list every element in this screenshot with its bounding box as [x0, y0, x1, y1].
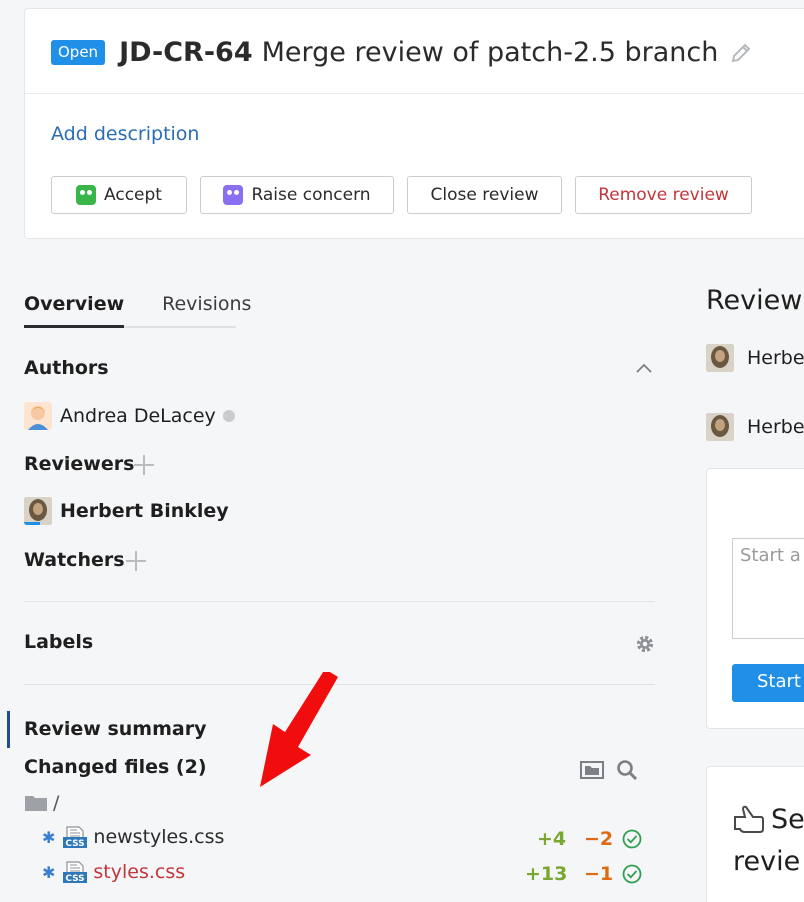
concerned-face-icon	[223, 185, 244, 205]
sidebar-tabs: Overview Revisions	[24, 291, 251, 328]
remove-review-button[interactable]: Remove review	[575, 176, 752, 214]
file-item-newstyles[interactable]: ✱ CSS newstyles.css	[42, 826, 224, 848]
changed-files-title: Changed files (2)	[24, 756, 207, 778]
header-divider	[25, 93, 804, 94]
lines-removed: −1	[584, 863, 614, 885]
review-id: JD-CR-64	[119, 37, 253, 68]
review-header-card: Open JD-CR-64 Merge review of patch-2.5 …	[24, 8, 804, 239]
title-row: Open JD-CR-64 Merge review of patch-2.5 …	[51, 37, 752, 68]
pencil-icon[interactable]	[730, 42, 752, 64]
avatar	[24, 497, 52, 525]
review-summary-link[interactable]: Review summary	[24, 718, 206, 740]
red-arrow-annotation	[260, 672, 338, 787]
add-reviewer-plus-icon[interactable]	[134, 455, 154, 475]
avatar	[706, 344, 734, 372]
offline-status-dot	[222, 410, 235, 422]
tab-overview[interactable]: Overview	[24, 291, 125, 328]
gear-icon[interactable]	[635, 634, 655, 654]
add-description-link[interactable]: Add description	[51, 123, 199, 145]
add-watcher-plus-icon[interactable]	[126, 551, 146, 571]
raise-concern-button[interactable]: Raise concern	[200, 176, 394, 214]
send-text-line2: revie	[733, 846, 801, 877]
folder-tree-icon[interactable]	[580, 760, 604, 780]
check-circle-icon	[622, 829, 642, 849]
accept-label: Accept	[104, 185, 162, 205]
watchers-title: Watchers	[24, 549, 125, 571]
labels-title: Labels	[24, 631, 94, 653]
close-review-button[interactable]: Close review	[407, 176, 562, 214]
raise-concern-label: Raise concern	[251, 185, 371, 205]
status-badge: Open	[51, 40, 106, 65]
start-review-button[interactable]: Start r	[732, 664, 804, 702]
search-icon[interactable]	[616, 759, 638, 781]
tab-revisions[interactable]: Revisions	[162, 291, 251, 328]
svg-text:CSS: CSS	[66, 874, 85, 883]
section-divider	[24, 601, 655, 602]
root-folder[interactable]: /	[24, 792, 59, 814]
svg-text:CSS: CSS	[66, 839, 85, 848]
authors-title: Authors	[24, 357, 109, 379]
person-name: Herber	[747, 416, 804, 438]
comment-card: Start a Start r	[706, 468, 804, 729]
folder-icon	[25, 796, 47, 811]
avatar	[24, 402, 52, 430]
lines-removed: −2	[584, 828, 614, 850]
file-name: newstyles.css	[93, 826, 225, 848]
file-name: styles.css	[93, 861, 186, 883]
active-section-indicator	[7, 711, 10, 748]
css-file-icon: CSS	[63, 861, 88, 883]
root-path: /	[53, 792, 60, 814]
timeline-person: Herber	[706, 344, 804, 372]
lines-added: +4	[537, 828, 567, 850]
author-name: Andrea DeLacey	[60, 405, 216, 427]
modified-star-icon: ✱	[42, 862, 56, 882]
lines-added: +13	[525, 863, 568, 885]
check-circle-icon	[622, 864, 642, 884]
person-name: Herber	[747, 347, 804, 369]
reviewer-name: Herbert Binkley	[60, 500, 229, 522]
css-file-icon: CSS	[63, 826, 88, 848]
reviewers-title: Reviewers	[24, 453, 135, 475]
send-text-line1: Se	[771, 804, 804, 835]
review-section-heading: Review	[706, 285, 803, 316]
review-action-buttons: Accept Raise concern Close review Remove…	[51, 176, 752, 214]
send-review-text: Se revie	[733, 799, 804, 883]
happy-face-icon	[76, 185, 97, 205]
comment-input[interactable]: Start a	[732, 538, 804, 639]
file-item-styles[interactable]: ✱ CSS styles.css	[42, 861, 185, 883]
send-review-card: Se revie	[706, 766, 804, 902]
timeline-person: Herber	[706, 413, 804, 441]
review-title: Merge review of patch-2.5 branch	[261, 37, 719, 68]
avatar	[706, 413, 734, 441]
chevron-up-icon[interactable]	[636, 363, 652, 373]
author-item[interactable]: Andrea DeLacey	[24, 402, 235, 430]
reviewer-item[interactable]: Herbert Binkley	[24, 497, 229, 525]
modified-star-icon: ✱	[42, 827, 56, 847]
accept-button[interactable]: Accept	[51, 176, 187, 214]
